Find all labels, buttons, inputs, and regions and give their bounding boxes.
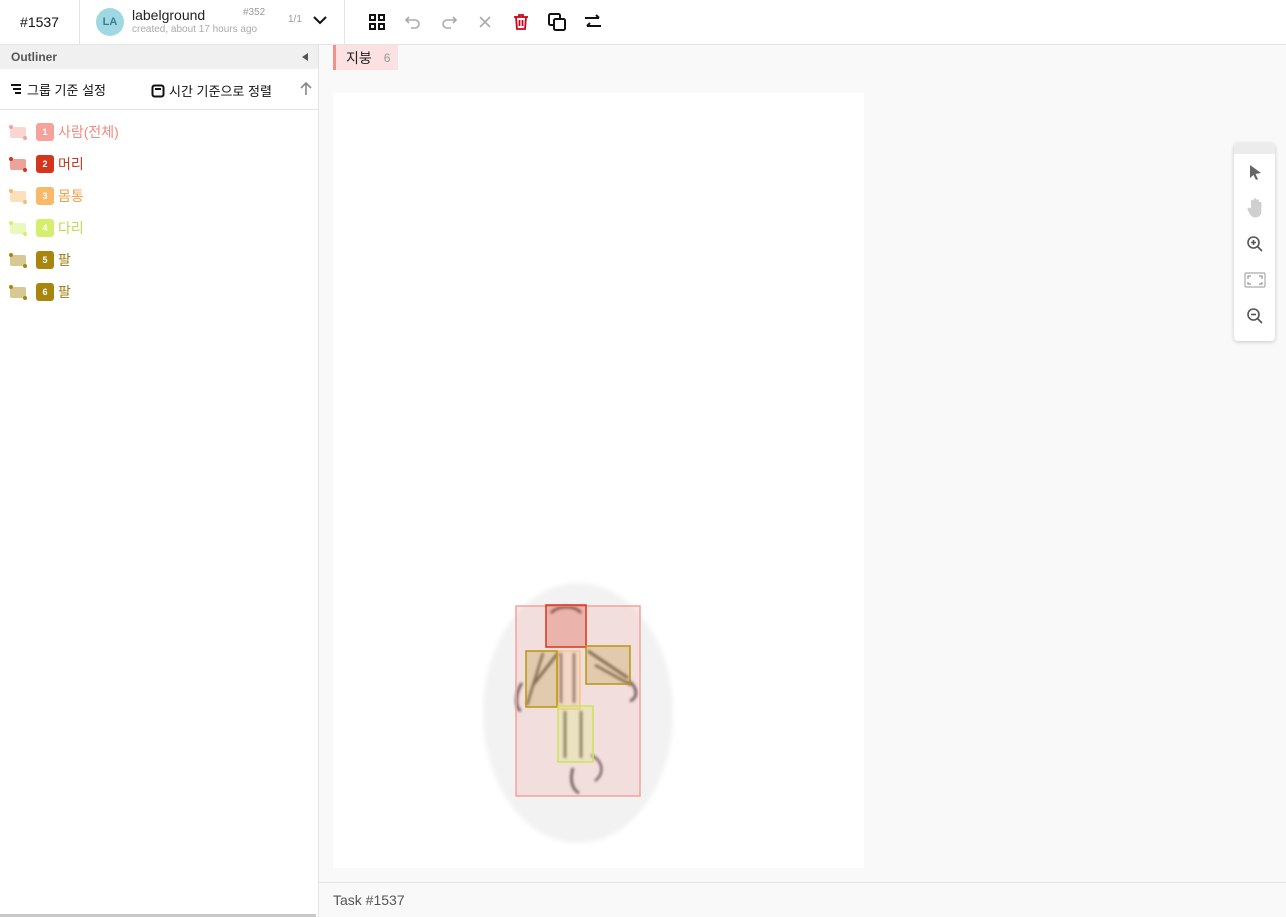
region-item[interactable]: 3 몸통 bbox=[0, 180, 318, 212]
label-tag-text: 지붕 bbox=[346, 49, 372, 66]
outliner-sidebar: Outliner 그룹 기준 설정 시간 기준으로 정렬 1 사람(전체) 2 머리 3… bbox=[0, 45, 319, 917]
bbox-legs[interactable] bbox=[557, 705, 594, 763]
region-label: 다리 bbox=[58, 220, 84, 236]
group-by-label: 그룹 기준 설정 bbox=[27, 82, 106, 98]
outliner-title: Outliner bbox=[11, 50, 58, 64]
outliner-header: Outliner bbox=[0, 45, 318, 69]
zoom-toolbar-grip[interactable] bbox=[1234, 143, 1275, 154]
list-icon bbox=[11, 84, 21, 94]
region-item[interactable]: 1 사람(전체) bbox=[0, 116, 318, 148]
region-index-badge: 6 bbox=[36, 283, 54, 301]
region-item[interactable]: 4 다리 bbox=[0, 212, 318, 244]
region-index-badge: 1 bbox=[36, 123, 54, 141]
sort-icon bbox=[151, 84, 165, 97]
region-label: 머리 bbox=[58, 156, 84, 172]
collapse-icon[interactable] bbox=[302, 53, 308, 61]
region-index-badge: 4 bbox=[36, 219, 54, 237]
label-tag-count: 6 bbox=[383, 50, 391, 65]
hand-pan-icon[interactable] bbox=[1234, 190, 1275, 226]
region-shape-icon bbox=[8, 284, 28, 300]
outliner-tools: 그룹 기준 설정 시간 기준으로 정렬 bbox=[0, 69, 318, 110]
sort-by-time-label: 시간 기준으로 정렬 bbox=[169, 84, 272, 99]
sort-by-time-button[interactable]: 시간 기준으로 정렬 bbox=[151, 81, 272, 100]
zoom-toolbar bbox=[1234, 143, 1275, 341]
annotation-created: created, about 17 hours ago bbox=[132, 24, 258, 35]
top-bar: #1537 LA labelground created, about 17 h… bbox=[0, 0, 1286, 45]
region-shape-icon bbox=[8, 156, 28, 172]
region-shape-icon bbox=[8, 220, 28, 236]
annotation-number: #352 bbox=[243, 6, 266, 18]
grid-icon[interactable] bbox=[359, 4, 395, 40]
footer-task-label: Task #1537 bbox=[333, 892, 405, 908]
region-label: 팔 bbox=[58, 284, 71, 300]
swap-icon[interactable] bbox=[575, 4, 611, 40]
undo-icon[interactable] bbox=[395, 4, 431, 40]
bbox-arm-right[interactable] bbox=[585, 645, 631, 685]
region-label: 팔 bbox=[58, 252, 71, 268]
bbox-arm-left[interactable] bbox=[525, 650, 558, 708]
bbox-torso[interactable] bbox=[557, 650, 581, 710]
avatar: LA bbox=[96, 8, 124, 36]
region-item[interactable]: 2 머리 bbox=[0, 148, 318, 180]
task-id: #1537 bbox=[0, 0, 80, 45]
region-shape-icon bbox=[8, 188, 28, 204]
close-icon[interactable] bbox=[467, 4, 503, 40]
copy-icon[interactable] bbox=[539, 4, 575, 40]
arrow-up-icon[interactable] bbox=[299, 81, 313, 97]
region-index-badge: 3 bbox=[36, 187, 54, 205]
group-by-button[interactable]: 그룹 기준 설정 bbox=[9, 80, 106, 99]
trash-icon[interactable] bbox=[503, 4, 539, 40]
annotation-info: labelground created, about 17 hours ago bbox=[132, 8, 257, 36]
annotation-user: labelground bbox=[132, 7, 206, 23]
label-tag[interactable]: 지붕 6 bbox=[333, 45, 399, 70]
region-shape-icon bbox=[8, 124, 28, 140]
image-canvas[interactable] bbox=[333, 93, 864, 868]
region-label: 몸통 bbox=[58, 188, 84, 204]
region-index-badge: 5 bbox=[36, 251, 54, 269]
toolbar bbox=[359, 4, 611, 40]
region-label: 사람(전체) bbox=[58, 124, 119, 140]
bbox-head[interactable] bbox=[545, 604, 587, 648]
region-index-badge: 2 bbox=[36, 155, 54, 173]
redo-icon[interactable] bbox=[431, 4, 467, 40]
chevron-down-icon[interactable] bbox=[312, 12, 328, 28]
region-item[interactable]: 6팔 bbox=[0, 276, 318, 308]
zoom-in-icon[interactable] bbox=[1234, 226, 1275, 262]
pointer-icon[interactable] bbox=[1234, 154, 1275, 190]
region-list: 1 사람(전체) 2 머리 3 몸통 4 다리 5 팔 6 팔 bbox=[0, 110, 318, 308]
region-item[interactable]: 5팔 bbox=[0, 244, 318, 276]
annotation-selector[interactable]: LA labelground created, about 17 hours a… bbox=[80, 0, 345, 45]
fit-screen-icon[interactable] bbox=[1234, 262, 1275, 298]
annotation-page: 1/1 bbox=[288, 13, 302, 25]
task-footer: Task #1537 bbox=[319, 882, 1286, 917]
annotated-image bbox=[483, 583, 673, 843]
zoom-out-icon[interactable] bbox=[1234, 298, 1275, 334]
region-shape-icon bbox=[8, 252, 28, 268]
